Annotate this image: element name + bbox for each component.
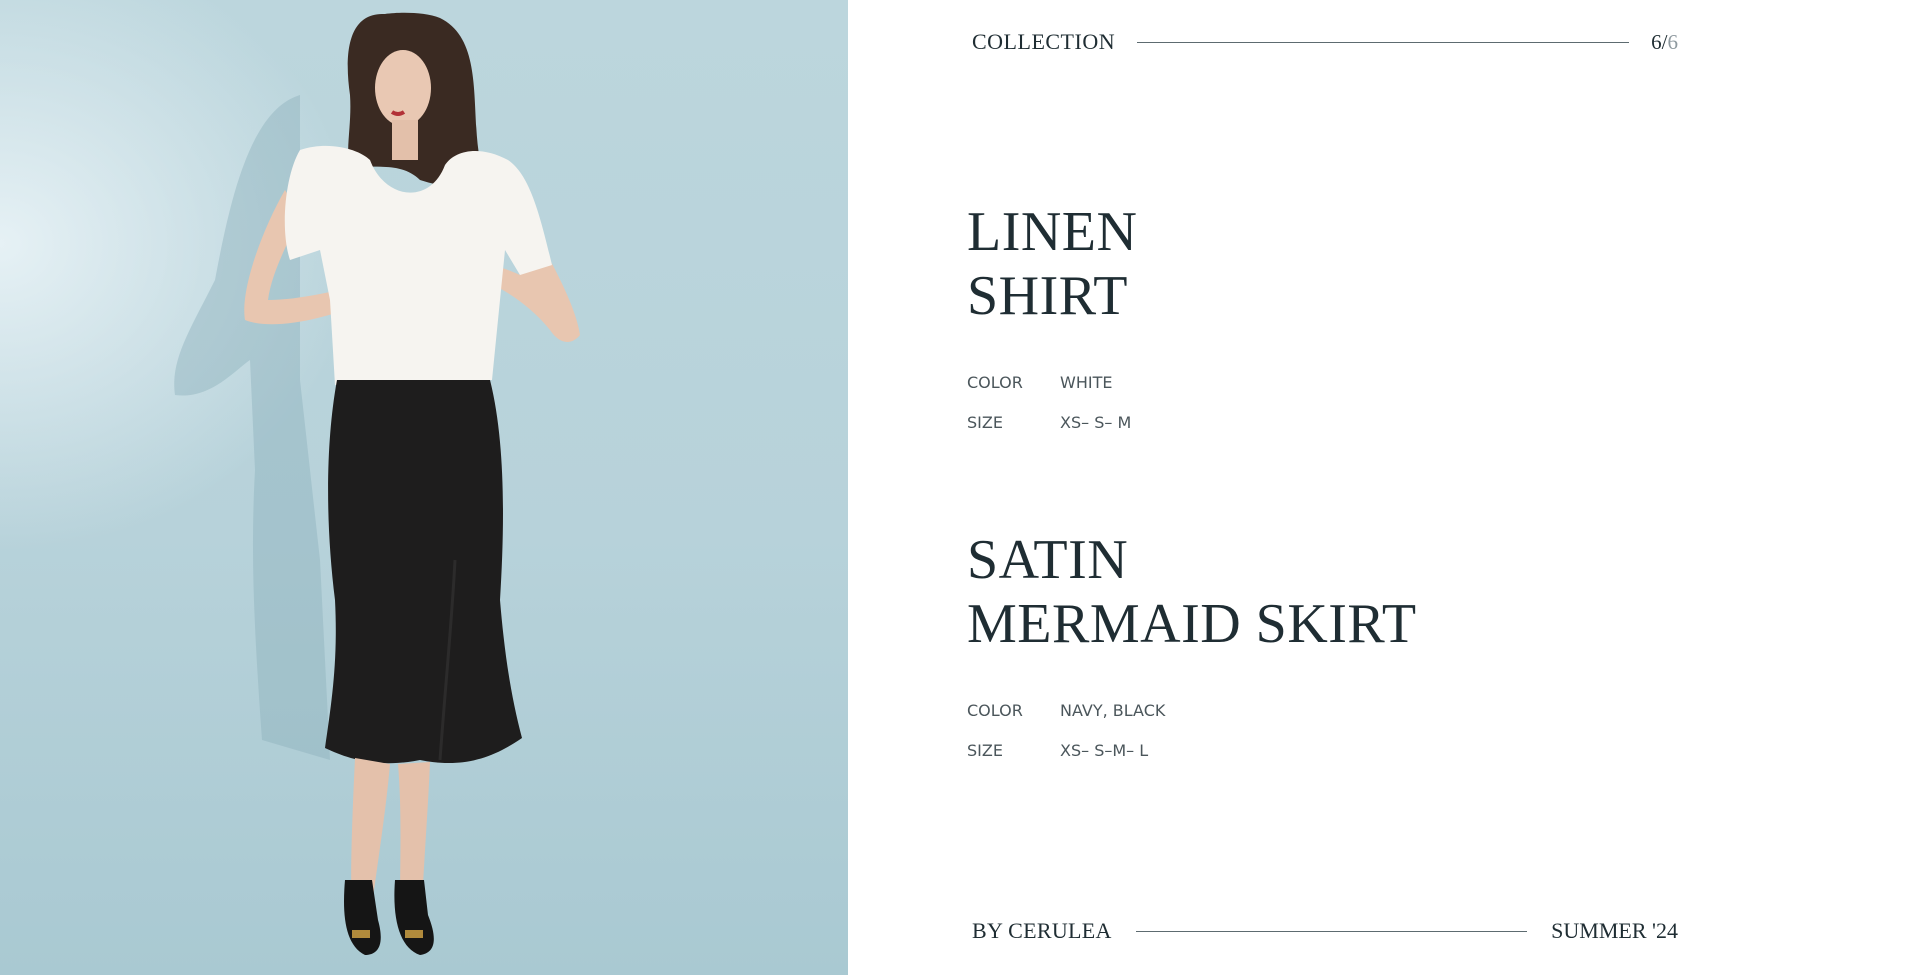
page-total: 6 xyxy=(1667,29,1679,54)
brand-label: BY CERULEA xyxy=(972,918,1112,943)
spec-color: COLOR NAVY, BLACK xyxy=(967,690,1417,730)
footer-divider xyxy=(1135,930,1528,932)
page-counter: 6/6 xyxy=(1651,30,1678,55)
spec-label: COLOR xyxy=(967,372,1023,392)
page-header: COLLECTION 6/6 xyxy=(972,26,1678,58)
product-name-line1: LINEN xyxy=(967,201,1138,263)
spec-label: COLOR xyxy=(967,700,1023,720)
page-footer: BY CERULEA SUMMER '24 xyxy=(972,914,1678,948)
product-name: SATIN MERMAID SKIRT xyxy=(967,528,1417,656)
product-specs: COLOR WHITE SIZE XS– S– M xyxy=(967,362,1137,442)
model-photo xyxy=(0,0,848,975)
season-label: SUMMER '24 xyxy=(1551,918,1678,943)
page-current: 6/ xyxy=(1651,29,1668,54)
collection-label: COLLECTION xyxy=(972,29,1116,54)
product-satin-mermaid-skirt: SATIN MERMAID SKIRT COLOR NAVY, BLACK SI… xyxy=(967,528,1417,770)
spec-label: SIZE xyxy=(967,412,1003,432)
product-details-panel: COLLECTION 6/6 LINEN SHIRT COLOR WHITE S… xyxy=(848,0,1920,975)
product-name-line2: SHIRT xyxy=(967,265,1128,327)
spec-value: NAVY, BLACK xyxy=(1060,700,1166,720)
spec-size: SIZE XS– S–M– L xyxy=(967,730,1417,770)
model-illustration xyxy=(174,12,580,955)
spec-color: COLOR WHITE xyxy=(967,362,1137,402)
product-name: LINEN SHIRT xyxy=(967,200,1137,328)
spec-label: SIZE xyxy=(967,740,1003,760)
product-specs: COLOR NAVY, BLACK SIZE XS– S–M– L xyxy=(967,690,1417,770)
header-divider xyxy=(1137,41,1630,43)
spec-value: XS– S–M– L xyxy=(1060,740,1149,760)
product-name-line2: MERMAID SKIRT xyxy=(967,593,1417,655)
product-name-line1: SATIN xyxy=(967,529,1129,591)
spec-value: WHITE xyxy=(1060,372,1113,392)
spec-value: XS– S– M xyxy=(1060,412,1132,432)
product-linen-shirt: LINEN SHIRT COLOR WHITE SIZE XS– S– M xyxy=(967,200,1137,442)
spec-size: SIZE XS– S– M xyxy=(967,402,1137,442)
